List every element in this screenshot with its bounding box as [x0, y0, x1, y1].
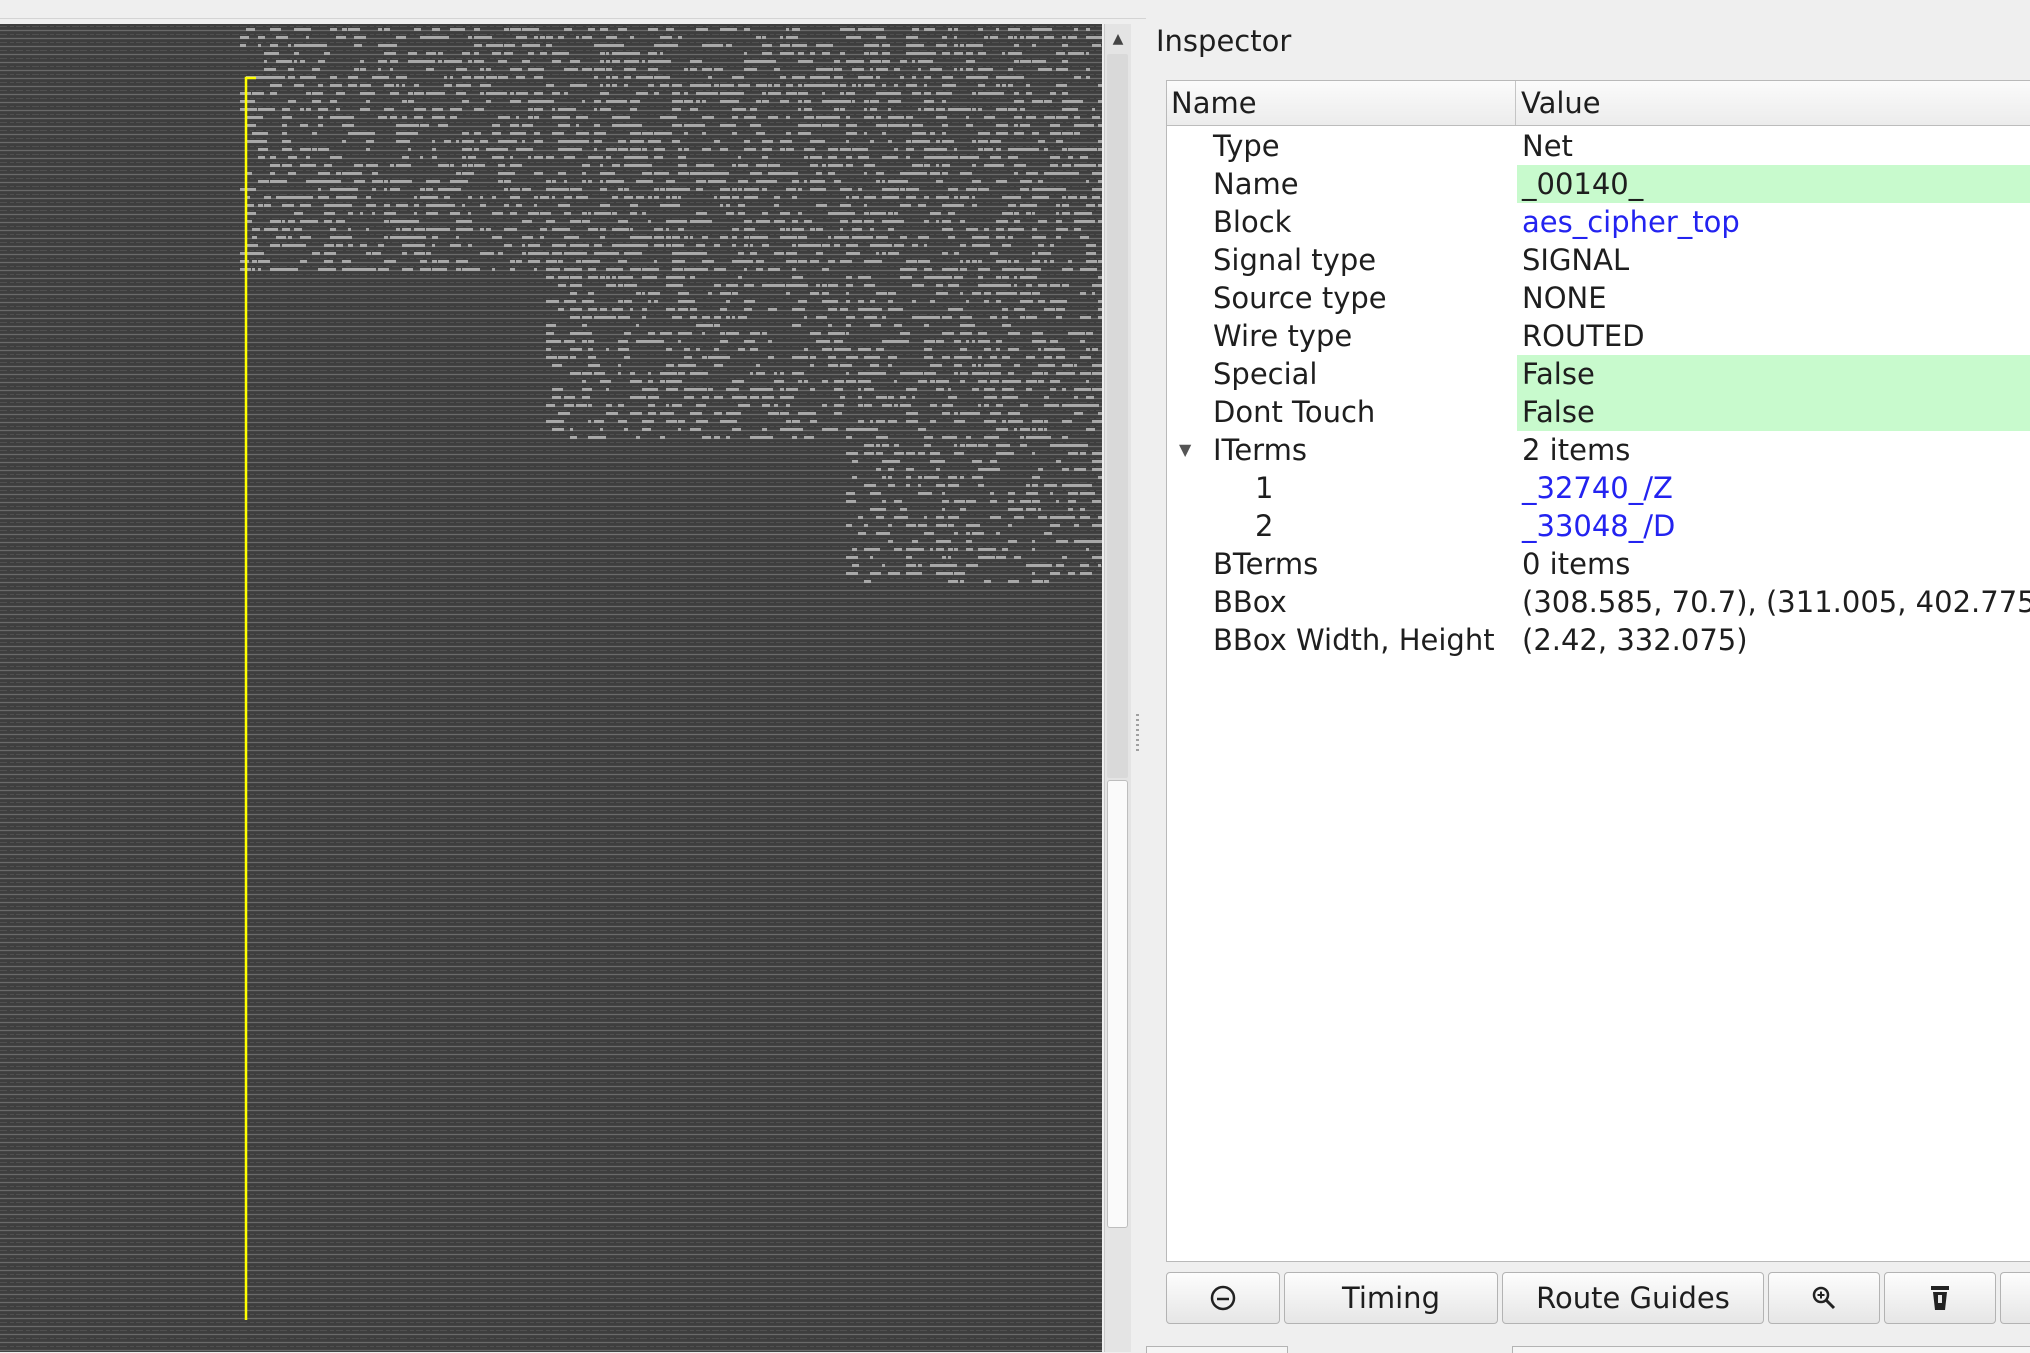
zoom-icon: [1812, 1286, 1836, 1310]
inspector-button-bar: Timing Route Guides: [1166, 1272, 2030, 1328]
property-name: Block: [1213, 205, 1292, 239]
property-value: 0 items: [1522, 547, 1631, 581]
zoom-to-button[interactable]: [1768, 1272, 1880, 1324]
layout-vertical-scrollbar[interactable]: ▲: [1104, 24, 1131, 1352]
editable-value-dont-touch[interactable]: False: [1517, 393, 2030, 431]
column-header-value[interactable]: Value: [1517, 81, 2030, 125]
minus-circle-icon: [1210, 1285, 1236, 1311]
property-row-signal-type[interactable]: Signal type SIGNAL: [1167, 241, 2030, 279]
column-header-name[interactable]: Name: [1167, 81, 1516, 125]
scrollbar-thumb[interactable]: [1107, 780, 1128, 1228]
property-name: ITerms: [1213, 433, 1307, 467]
property-name: Source type: [1213, 281, 1387, 315]
inspector-title: Inspector: [1156, 24, 1292, 58]
property-name: Wire type: [1213, 319, 1353, 353]
property-value: (308.585, 70.7), (311.005, 402.775): [1522, 585, 2030, 619]
property-name: Name: [1213, 167, 1299, 201]
property-name: Special: [1213, 357, 1318, 391]
property-rows: Type Net Name _00140_ Block aes_cipher_t…: [1167, 127, 2030, 659]
trash-icon: [1931, 1286, 1949, 1310]
layout-canvas[interactable]: [0, 24, 1102, 1352]
property-value: ROUTED: [1522, 319, 1645, 353]
property-row-dont-touch[interactable]: Dont Touch False: [1167, 393, 2030, 431]
property-value: (2.42, 332.075): [1522, 623, 1748, 657]
splitter-grip-icon[interactable]: [1136, 714, 1139, 754]
scrollbar-track[interactable]: [1107, 54, 1128, 778]
iterm-index: 1: [1255, 471, 1274, 505]
deselect-button[interactable]: [1166, 1272, 1280, 1324]
inspector-tree[interactable]: Name Value Type Net Name _00140_ Block a…: [1166, 80, 2030, 1262]
standard-cell-rows: [0, 24, 1102, 1352]
block-link[interactable]: aes_cipher_top: [1517, 203, 2030, 241]
editable-value-net-name[interactable]: _00140_: [1517, 165, 2030, 203]
property-value: SIGNAL: [1522, 243, 1630, 277]
route-guides-button[interactable]: Route Guides: [1502, 1272, 1764, 1324]
collapse-arrow-icon[interactable]: ▼: [1179, 431, 1191, 469]
property-name: Type: [1213, 129, 1280, 163]
iterm-row-2[interactable]: 2 _33048_/D: [1167, 507, 2030, 545]
panel-splitter[interactable]: [1132, 24, 1144, 1352]
timing-button[interactable]: Timing: [1284, 1272, 1498, 1324]
property-name: Signal type: [1213, 243, 1377, 277]
property-row-name[interactable]: Name _00140_: [1167, 165, 2030, 203]
top-toolbar-edge: [0, 0, 2030, 19]
property-row-block[interactable]: Block aes_cipher_top: [1167, 203, 2030, 241]
property-row-special[interactable]: Special False: [1167, 355, 2030, 393]
property-value: 2 items: [1522, 433, 1631, 467]
bottom-tabs: [1146, 1346, 2030, 1353]
property-row-type[interactable]: Type Net: [1167, 127, 2030, 165]
property-row-iterms[interactable]: ▼ ITerms 2 items: [1167, 431, 2030, 469]
iterm-link[interactable]: _33048_/D: [1517, 507, 2030, 545]
inspector-panel: Inspector Name Value Type Net Name _0014…: [1146, 18, 2030, 1353]
iterm-link[interactable]: _32740_/Z: [1517, 469, 2030, 507]
editable-value-special[interactable]: False: [1517, 355, 2030, 393]
property-value: Net: [1522, 129, 1573, 163]
property-row-source-type[interactable]: Source type NONE: [1167, 279, 2030, 317]
property-row-bbox[interactable]: BBox (308.585, 70.7), (311.005, 402.775): [1167, 583, 2030, 621]
scroll-up-arrow-icon[interactable]: ▲: [1105, 24, 1131, 54]
property-row-bbox-size[interactable]: BBox Width, Height (2.42, 332.075): [1167, 621, 2030, 659]
iterm-row-1[interactable]: 1 _32740_/Z: [1167, 469, 2030, 507]
property-row-wire-type[interactable]: Wire type ROUTED: [1167, 317, 2030, 355]
property-name: BBox Width, Height: [1213, 623, 1495, 657]
property-name: Dont Touch: [1213, 395, 1376, 429]
more-button[interactable]: [2000, 1272, 2030, 1324]
property-row-bterms[interactable]: BTerms 0 items: [1167, 545, 2030, 583]
tree-header: Name Value: [1167, 81, 2030, 126]
property-name: BTerms: [1213, 547, 1319, 581]
delete-button[interactable]: [1884, 1272, 1996, 1324]
iterm-index: 2: [1255, 509, 1274, 543]
layout-drawing[interactable]: [0, 24, 1102, 1352]
property-name: BBox: [1213, 585, 1287, 619]
property-value: NONE: [1522, 281, 1607, 315]
